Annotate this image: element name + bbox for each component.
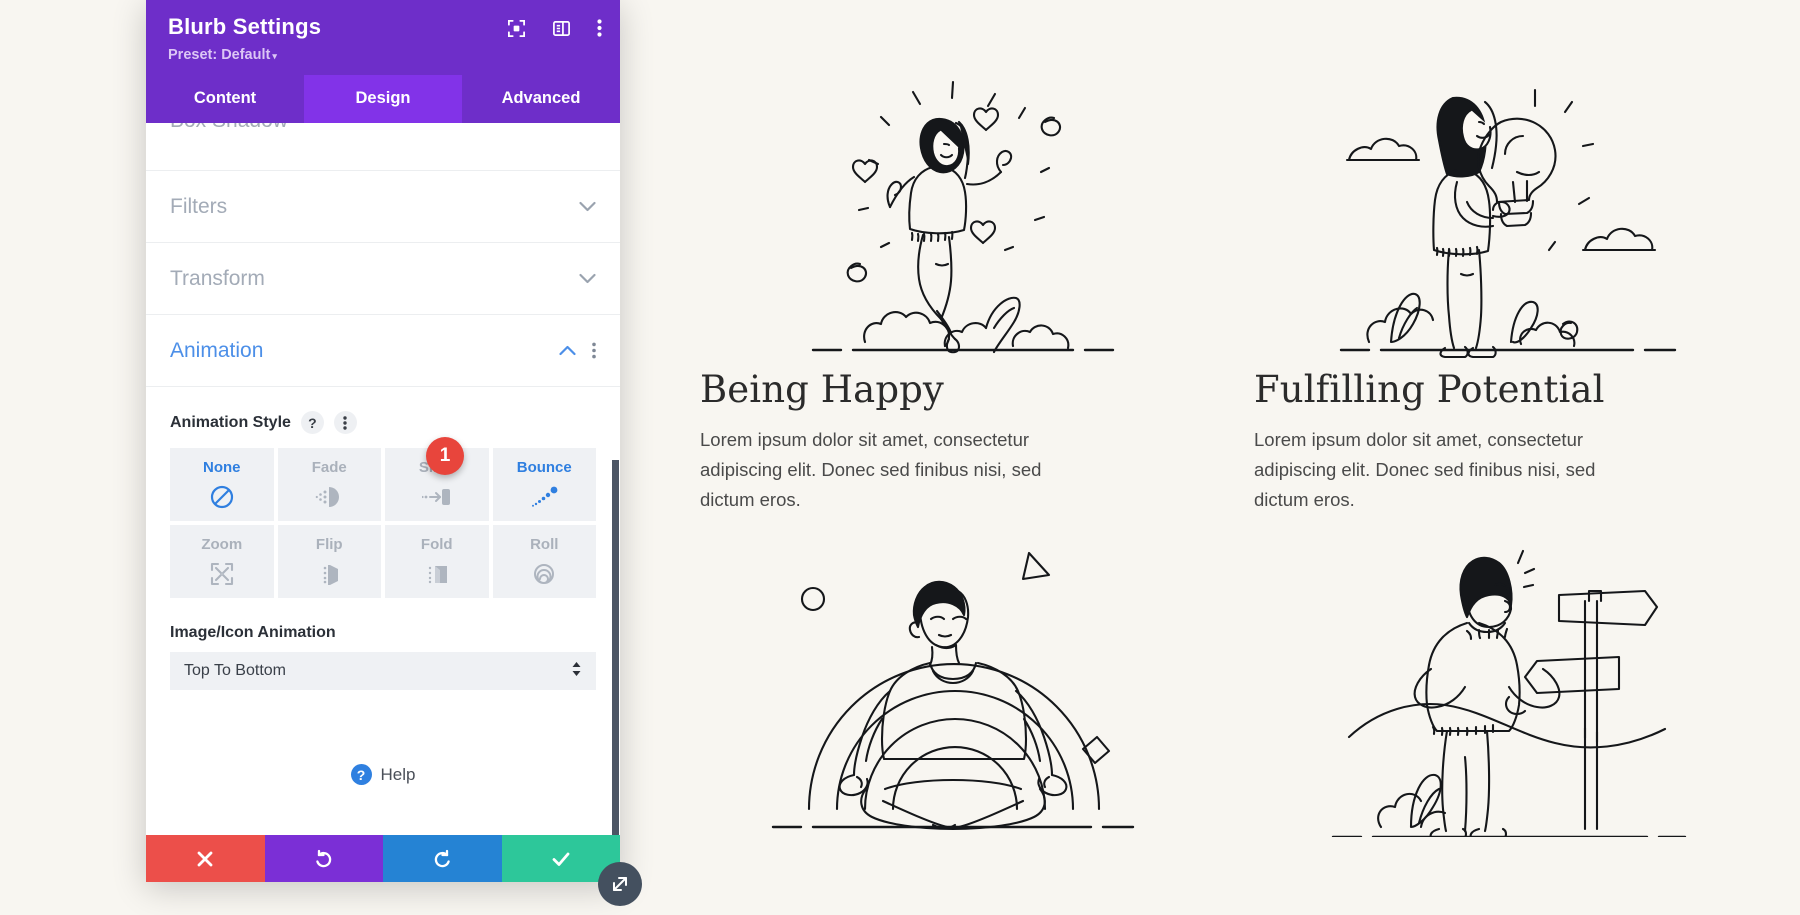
blurb-title: Being Happy [700, 368, 944, 411]
chevron-down-icon[interactable] [579, 201, 596, 212]
tab-content[interactable]: Content [146, 75, 304, 123]
section-animation-controls [559, 342, 596, 359]
blurb-item[interactable] [700, 537, 1206, 851]
animation-style-bounce[interactable]: Bounce [492, 448, 596, 521]
animation-style-label: None [203, 458, 241, 476]
image-icon-animation-label: Image/Icon Animation [170, 624, 336, 641]
modal-body: Box Shadow Filters Transform Animation [146, 123, 620, 835]
animation-style-grid: None Fade Bounce Zoom Flip Fold Roll 1 [170, 437, 596, 598]
section-label: Animation [170, 338, 264, 362]
roll-icon [531, 560, 557, 588]
fade-icon [315, 483, 343, 511]
section-label: Transform [170, 266, 265, 290]
animation-style-label: Flip [315, 535, 343, 553]
tab-advanced[interactable]: Advanced [462, 75, 620, 123]
section-label: Box Shadow [170, 123, 288, 133]
settings-scrollbar[interactable] [612, 460, 619, 835]
close-icon [197, 851, 213, 866]
section-animation[interactable]: Animation [146, 315, 620, 387]
animation-style-label: Bounce [516, 458, 572, 476]
section-transform[interactable]: Transform [146, 243, 620, 315]
animation-style-label: Fade [311, 458, 347, 476]
man-at-signpost-illustration [1331, 549, 1687, 837]
image-icon-animation-value: Top To Bottom [184, 662, 286, 679]
animation-style-none[interactable]: None [170, 448, 274, 521]
modal-header: Blurb Settings Preset: Default ▾ [146, 0, 620, 75]
blurb-item[interactable]: Fulfilling Potential Lorem ipsum dolor s… [1254, 60, 1760, 515]
modal-action-bar [146, 835, 620, 882]
chevron-down-icon[interactable] [579, 273, 596, 284]
blurb-item[interactable]: Being Happy Lorem ipsum dolor sit amet, … [700, 60, 1206, 515]
redo-icon [435, 849, 450, 867]
more-options-icon[interactable] [597, 18, 602, 38]
section-box-shadow[interactable]: Box Shadow [146, 123, 620, 171]
undo-button[interactable] [264, 835, 383, 882]
chevron-down-icon: ▾ [272, 51, 277, 61]
select-arrows-icon [571, 661, 582, 682]
animation-style-label: Fold [420, 535, 453, 553]
focus-target-icon[interactable] [507, 19, 526, 38]
blurb-settings-modal: Blurb Settings Preset: Default ▾ Content… [146, 0, 620, 882]
fold-icon [423, 560, 451, 588]
woman-holding-lightbulb-illustration [1339, 88, 1677, 359]
animation-style-label: Zoom [201, 535, 243, 553]
animation-style-fade[interactable]: Fade [277, 448, 381, 521]
field-more-options-icon[interactable] [333, 411, 357, 434]
preset-selector[interactable]: Preset: Default ▾ [168, 47, 598, 63]
ban-icon [209, 483, 235, 511]
blurb-body: Lorem ipsum dolor sit amet, consectetur … [700, 428, 1042, 510]
slide-icon [421, 483, 452, 511]
modal-tabs: Content Design Advanced [146, 75, 620, 123]
blurb-title: Fulfilling Potential [1254, 368, 1605, 411]
animation-style-zoom[interactable]: Zoom [170, 525, 274, 598]
tab-design[interactable]: Design [304, 75, 462, 123]
animation-style-fold[interactable]: Fold [385, 525, 489, 598]
animation-style-label: Animation Style [170, 413, 291, 431]
cancel-button[interactable] [146, 835, 265, 882]
step-badge: 1 [426, 437, 464, 475]
help-label: Help [380, 764, 416, 784]
bounce-icon [529, 483, 559, 511]
undo-icon [316, 849, 331, 867]
help-button[interactable]: ? Help [170, 764, 596, 785]
redo-button[interactable] [383, 835, 502, 882]
chevron-up-icon[interactable] [559, 345, 576, 356]
section-filters[interactable]: Filters [146, 171, 620, 243]
section-label: Filters [170, 194, 228, 218]
help-icon[interactable]: ? [300, 411, 324, 434]
flip-icon [316, 560, 342, 588]
animation-style-roll[interactable]: Roll [492, 525, 596, 598]
blurb-item[interactable] [1254, 537, 1760, 851]
animation-style-label: Roll [530, 535, 559, 553]
settings-scroll-area: Box Shadow Filters Transform Animation [146, 123, 620, 835]
blurb-body: Lorem ipsum dolor sit amet, consectetur … [1254, 428, 1596, 510]
section-more-options-icon[interactable] [592, 342, 596, 359]
modal-resize-handle[interactable] [598, 862, 642, 906]
animation-style-field-header: Animation Style ? [170, 411, 596, 434]
woman-jumping-celebration-illustration [811, 80, 1115, 354]
preset-label: Preset: Default [168, 47, 271, 63]
modal-header-icons [507, 18, 602, 38]
animation-panel: Animation Style ? None Fade Bounce Zoom … [146, 387, 620, 785]
resize-diagonal-icon [613, 877, 627, 891]
help-circle-icon: ? [350, 764, 372, 785]
image-icon-animation-select[interactable]: Top To Bottom [170, 652, 596, 690]
check-icon [552, 852, 570, 866]
panel-layout-icon[interactable] [552, 19, 571, 38]
zoom-icon [209, 560, 235, 588]
man-meditating-lotus-illustration [771, 551, 1135, 830]
blurb-grid: Being Happy Lorem ipsum dolor sit amet, … [700, 60, 1760, 851]
animation-style-flip[interactable]: Flip [277, 525, 381, 598]
